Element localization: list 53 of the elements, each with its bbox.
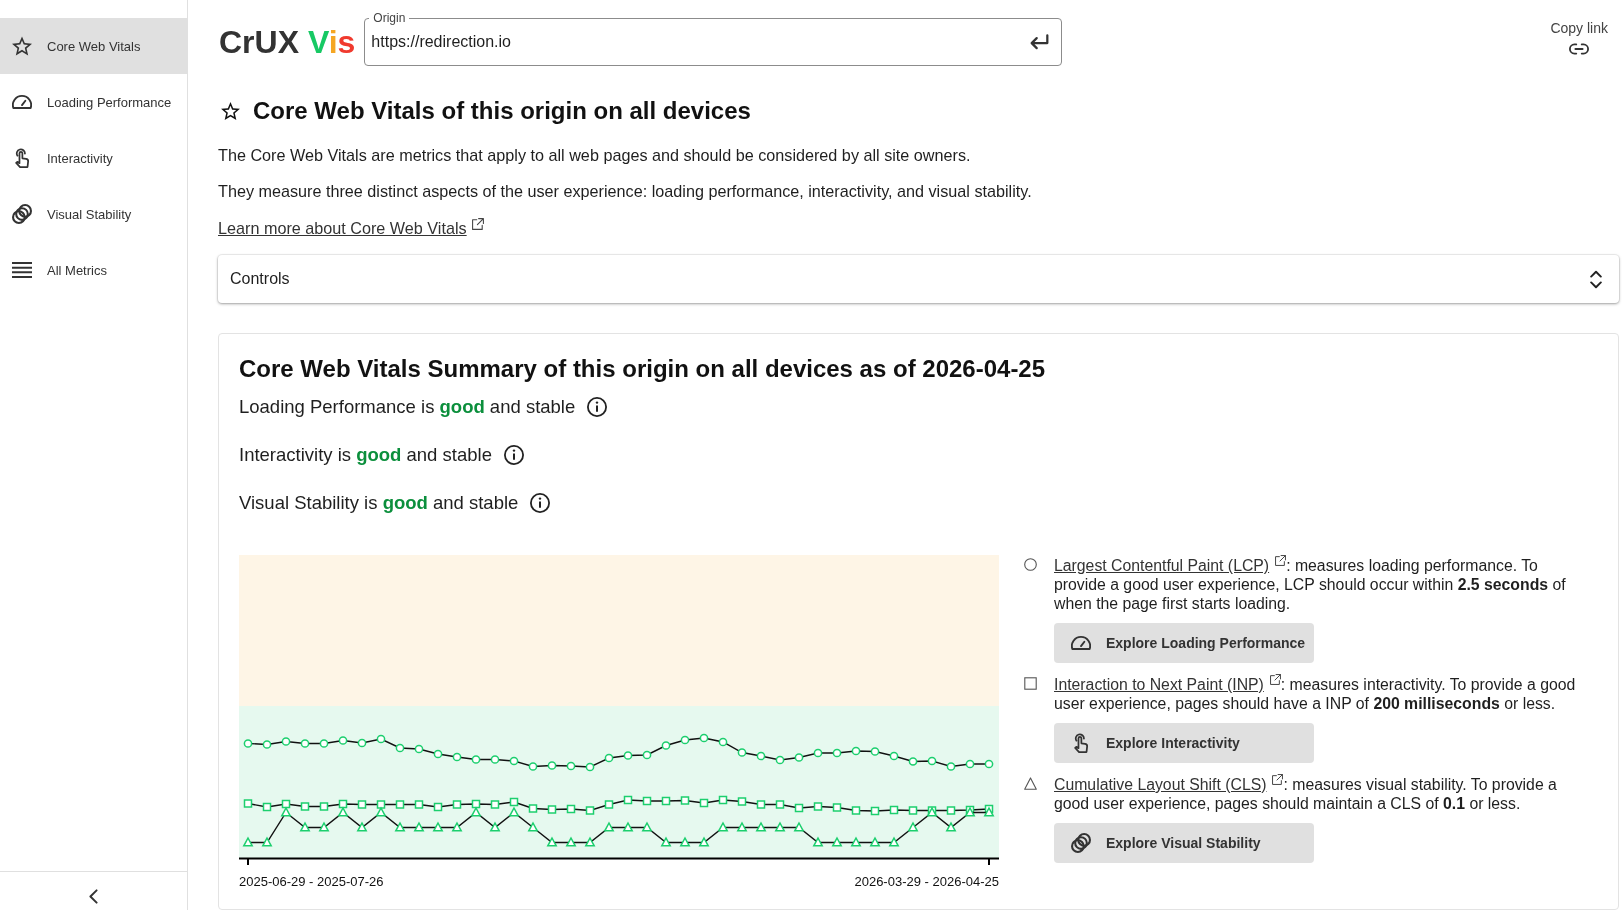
metric-link[interactable]: Interaction to Next Paint (INP) [1054,676,1281,693]
learn-more-link[interactable]: Learn more about Core Web Vitals [218,219,484,237]
field-label: Origin [369,11,410,25]
hand-pointer-icon [12,148,32,168]
nav-item[interactable]: Visual Stability [0,186,187,242]
axis-label: 2026-03-29 - 2026-04-25 [854,874,999,890]
explore-button[interactable]: Explore Visual Stability [1054,823,1314,863]
star-icon [221,102,240,120]
square-marker-icon [1024,677,1037,690]
nav-item[interactable]: All Metrics [0,242,187,298]
metric-description: Interaction to Next Paint (INP) : measures interactivity. To provide a good user experience, pages should have a INP of 200 milliseconds or less. [1054,674,1577,713]
link-icon [1569,43,1590,55]
metric-link[interactable]: Cumulative Layout Shift (CLS) [1054,776,1284,793]
hand-pointer-icon [1071,733,1091,753]
nav-item[interactable]: Interactivity [0,130,187,186]
list-icon [12,260,32,280]
external-link-icon [1272,774,1284,785]
copy-link-button[interactable]: Copy link [1550,18,1608,55]
explore-button[interactable]: Explore Interactivity [1054,723,1314,763]
assessment-text: Interactivity is good and stable [239,443,492,467]
axis-label: 2025-06-29 - 2025-07-26 [239,874,384,890]
explore-button[interactable]: Explore Loading Performance [1054,623,1314,663]
info-icon[interactable] [503,445,524,465]
info-icon[interactable] [587,397,608,417]
gauge-icon [1071,633,1091,653]
intro-paragraph: The Core Web Vitals are metrics that apply to all web pages and should be considered by all site owners. [218,145,972,166]
metric-description: Largest Contentful Paint (LCP) : measures loading performance. To provide a good user experience, LCP should occur within 2.5 seconds of when the page first starts loading. [1054,555,1567,613]
assessment-text: Loading Performance is good and stable [239,395,576,419]
controls-expander[interactable]: Controls [218,255,1619,303]
intro-paragraph: They measure three distinct aspects of the user experience: loading performance, interactivity, and visual stability. [218,181,1033,202]
collapse-button[interactable] [89,889,98,904]
nav-item[interactable]: Loading Performance [0,74,187,130]
card-title: Core Web Vitals Summary of this origin on all devices as of 2026-04-25 [239,354,1047,384]
info-icon[interactable] [530,493,551,513]
gauge-icon [12,92,32,112]
metric-link[interactable]: Largest Contentful Paint (LCP) [1054,557,1287,574]
app-logo: CrUX Vis [219,23,356,62]
assessment-text: Visual Stability is good and stable [239,491,519,515]
metric-description: Cumulative Layout Shift (CLS) : measures visual stability. To provide a good user experience, pages should maintain a CLS of 0.1 or less. [1054,774,1558,813]
page-heading: Core Web Vitals of this origin on all devices [253,96,751,126]
rings-icon [12,204,32,224]
star-icon [12,36,32,56]
enter-icon [1030,34,1050,50]
circle-marker-icon [1024,558,1037,571]
nav-item[interactable]: Core Web Vitals [0,18,187,74]
triangle-marker-icon [1024,777,1037,790]
unfold-icon [1590,269,1602,289]
rings-icon [1071,833,1091,853]
external-link-icon [471,218,484,230]
submit-button[interactable] [1030,34,1050,50]
external-link-icon [1269,674,1281,685]
chevron-left-icon [89,889,98,904]
external-link-icon [1275,555,1287,566]
